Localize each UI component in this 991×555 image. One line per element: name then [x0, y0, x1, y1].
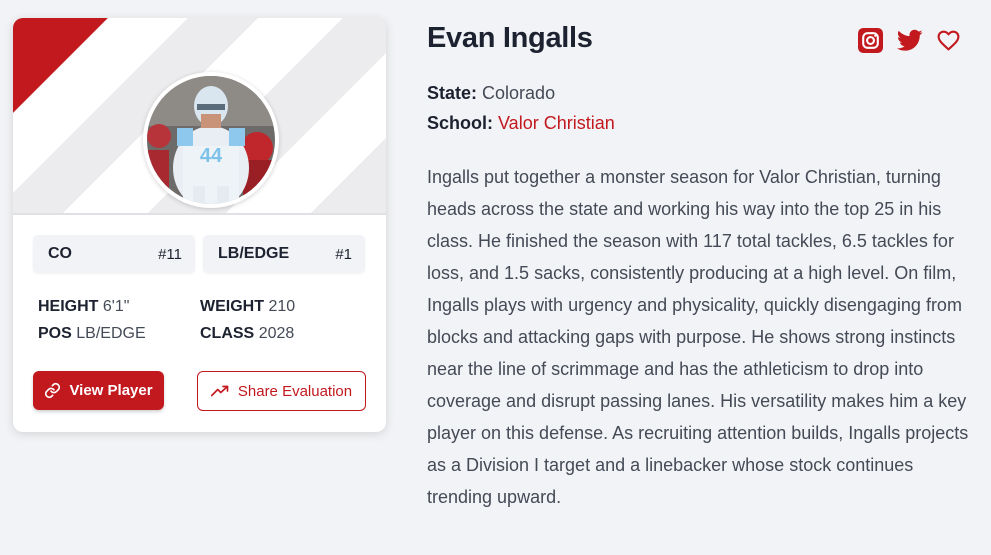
stat-weight-key: WEIGHT	[200, 298, 264, 315]
share-evaluation-button[interactable]: Share Evaluation	[197, 371, 366, 411]
state-rank-label: CO	[48, 245, 72, 262]
position-rank-value: #1	[335, 245, 352, 263]
state-line: State: Colorado	[427, 78, 615, 108]
svg-text:44: 44	[200, 145, 223, 167]
stat-height: HEIGHT 6'1"	[38, 298, 200, 316]
card-hero: 44	[13, 18, 386, 215]
position-rank-badge: LB/EDGE #1	[203, 235, 365, 273]
player-photo: 44	[147, 76, 275, 204]
social-links	[858, 28, 961, 53]
stat-height-value: 6'1"	[102, 298, 130, 315]
link-icon	[45, 382, 61, 399]
state-value: Colorado	[482, 83, 556, 103]
view-player-button[interactable]: View Player	[33, 371, 164, 410]
instagram-icon[interactable]	[858, 28, 883, 53]
school-link[interactable]: Valor Christian	[498, 113, 615, 133]
trending-up-icon	[210, 385, 229, 397]
player-stats: HEIGHT 6'1" WEIGHT 210 POS LB/EDGE CLASS…	[38, 298, 362, 343]
position-rank-label: LB/EDGE	[218, 245, 290, 262]
heart-icon[interactable]	[936, 28, 961, 53]
stat-height-key: HEIGHT	[38, 298, 99, 315]
twitter-icon[interactable]	[896, 28, 923, 53]
school-label: School:	[427, 113, 493, 133]
stat-weight: WEIGHT 210	[200, 298, 362, 316]
state-rank-badge: CO #11	[33, 235, 195, 273]
state-label: State:	[427, 83, 478, 103]
stat-class: CLASS 2028	[200, 325, 362, 343]
stat-position-key: POS	[38, 325, 72, 342]
player-bio: Ingalls put together a monster season fo…	[427, 167, 969, 507]
share-evaluation-label: Share Evaluation	[237, 382, 353, 400]
school-line: School: Valor Christian	[427, 108, 615, 138]
state-rank-value: #11	[158, 245, 182, 263]
player-avatar: 44	[143, 72, 279, 208]
player-meta: State: Colorado School: Valor Christian	[427, 78, 615, 138]
player-card: 44 CO #11 LB/EDGE #1 HEIGHT 6'1" WEIGHT …	[13, 18, 386, 432]
rankings-row: CO #11 LB/EDGE #1	[33, 235, 365, 273]
stat-position-value: LB/EDGE	[76, 325, 146, 342]
view-player-label: View Player	[69, 382, 153, 399]
stat-class-value: 2028	[258, 325, 295, 342]
stat-weight-value: 210	[268, 298, 296, 315]
player-name: Evan Ingalls	[427, 22, 593, 54]
stat-class-key: CLASS	[200, 325, 255, 342]
stat-position: POS LB/EDGE	[38, 325, 200, 343]
